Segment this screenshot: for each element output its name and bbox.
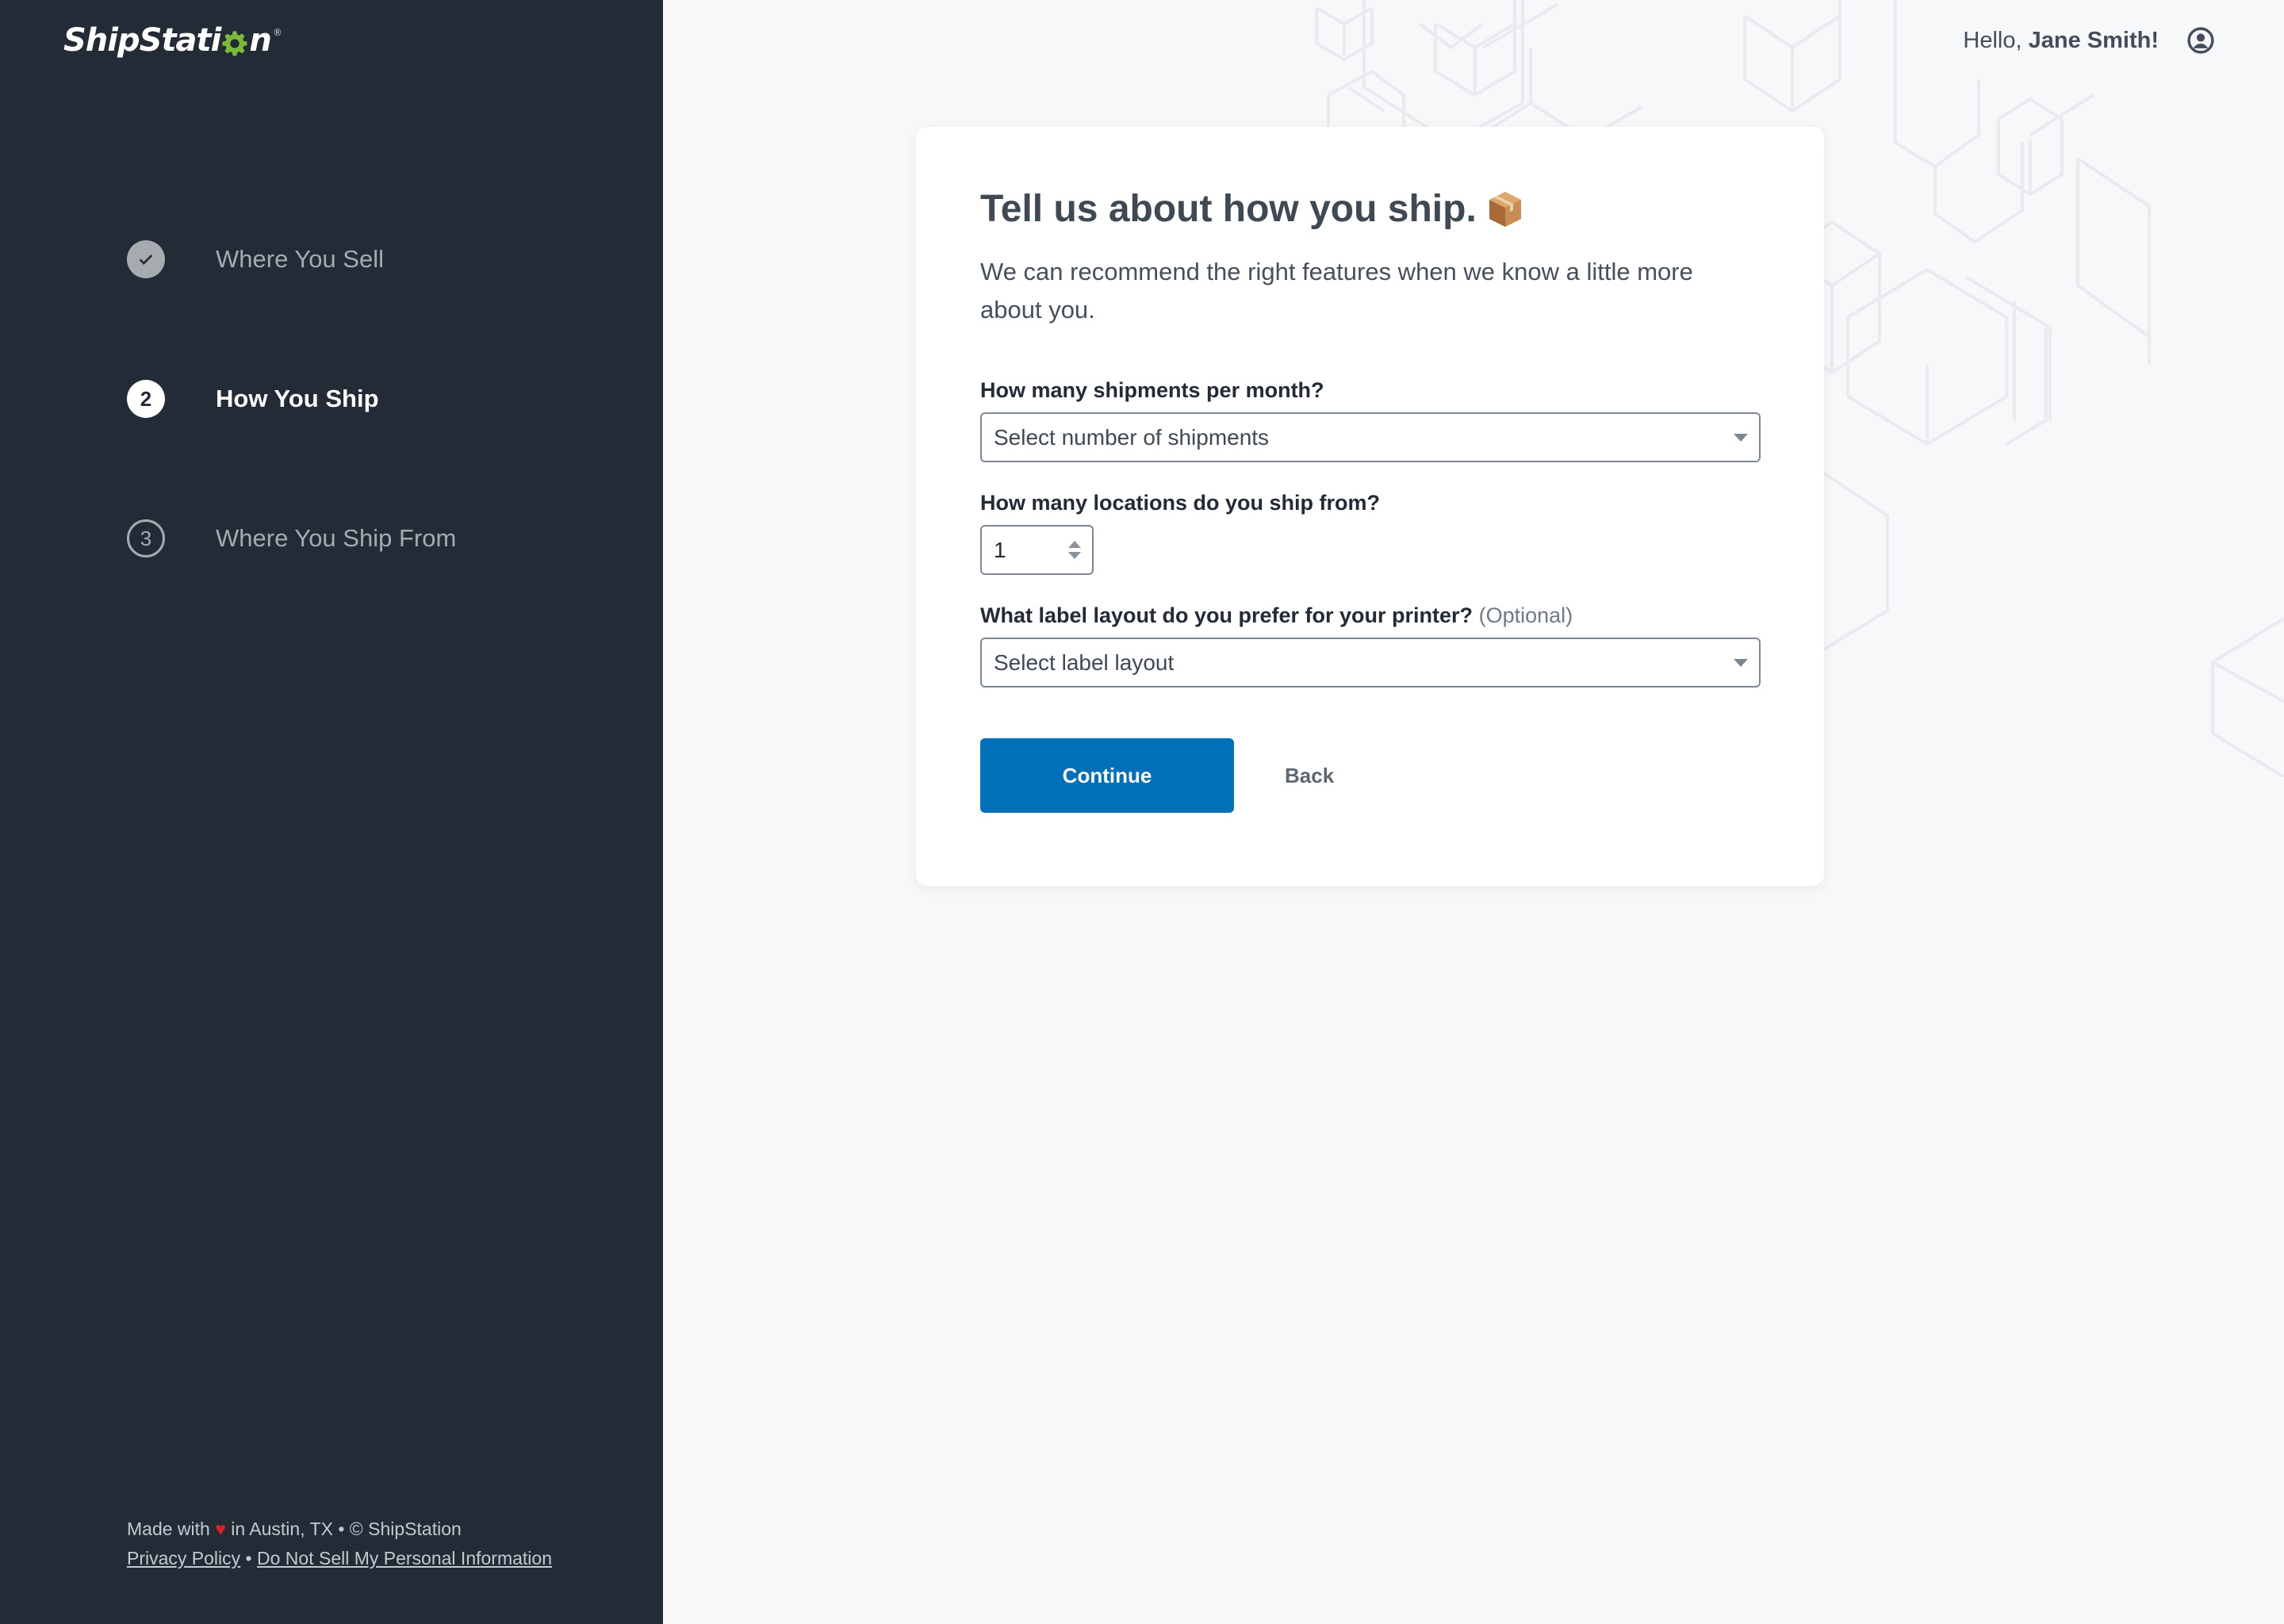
pattern-box [2076, 157, 2151, 365]
shipstation-logo[interactable]: ShipStati n ® [63, 22, 282, 59]
pattern-box [2211, 617, 2284, 777]
shipments-label: How many shipments per month? [980, 378, 1324, 402]
greeting-prefix: Hello, [1963, 27, 2022, 53]
continue-button[interactable]: Continue [980, 738, 1234, 813]
pattern-box [1846, 267, 2008, 446]
step-label: How You Ship [216, 385, 379, 412]
step-number-badge: 2 [127, 380, 165, 418]
package-icon [1489, 191, 1521, 227]
sidebar: ShipStati n ® Where You Sell 2 How You S… [0, 0, 663, 1624]
sidebar-footer: Made with ♥ in Austin, TX • © ShipStatio… [127, 1515, 552, 1573]
pattern-box [1473, 2, 1642, 141]
legal-links: Privacy Policy • Do Not Sell My Personal… [127, 1544, 552, 1573]
step-label: Where You Sell [216, 245, 384, 273]
page-subtitle: We can recommend the right features when… [980, 258, 1693, 324]
pattern-box [1434, 0, 1516, 98]
step-where-you-ship-from: 3 Where You Ship From [127, 519, 456, 557]
step-label: Where You Ship From [216, 524, 457, 552]
chevron-down-icon [1734, 658, 1748, 667]
title-text: Tell us about how you ship. [980, 188, 1477, 230]
heart-icon: ♥ [215, 1519, 226, 1539]
greeting: Hello, Jane Smith! [1963, 28, 2159, 54]
separator: • [245, 1548, 252, 1568]
stepper-up-icon[interactable] [1068, 541, 1081, 548]
onboarding-card: Tell us about how you ship. We can recom… [916, 127, 1824, 886]
number-value: 1 [994, 537, 1006, 562]
step-where-you-sell[interactable]: Where You Sell [127, 240, 456, 278]
pattern-box [1362, 0, 1524, 144]
made-with-line: Made with ♥ in Austin, TX • © ShipStatio… [127, 1515, 552, 1544]
locations-label: How many locations do you ship from? [980, 491, 1381, 515]
made-with-text: Made with [127, 1519, 210, 1539]
location-copyright-text: in Austin, TX • © ShipStation [231, 1519, 462, 1539]
top-bar: Hello, Jane Smith! [1963, 27, 2214, 54]
onboarding-steps: Where You Sell 2 How You Ship 3 Where Yo… [127, 240, 456, 659]
label-layout-label: What label layout do you prefer for your… [980, 603, 1761, 628]
user-name: Jane Smith! [2028, 27, 2159, 53]
label-layout-question: What label layout do you prefer for your… [980, 603, 1473, 627]
chevron-down-icon [1734, 433, 1748, 442]
check-icon [127, 240, 165, 278]
label-layout-select[interactable]: Select label layout [980, 638, 1761, 688]
stepper-down-icon[interactable] [1068, 552, 1081, 559]
gear-icon [222, 31, 247, 56]
user-circle-icon[interactable] [2187, 27, 2214, 54]
page-title: Tell us about how you ship. [980, 187, 1761, 231]
step-number-badge: 3 [127, 519, 165, 557]
select-placeholder: Select number of shipments [994, 424, 1270, 450]
logo-text-right: n [249, 22, 272, 59]
privacy-policy-link[interactable]: Privacy Policy [127, 1548, 240, 1568]
form-actions: Continue Back [980, 738, 1761, 813]
logo-text-left: ShipStati [63, 22, 221, 59]
registered-mark: ® [272, 27, 282, 38]
do-not-sell-link[interactable]: Do Not Sell My Personal Information [257, 1548, 552, 1568]
optional-tag: (Optional) [1478, 603, 1573, 627]
locations-number-input[interactable]: 1 [980, 525, 1094, 575]
pattern-box [1743, 0, 1841, 113]
shipments-per-month-select[interactable]: Select number of shipments [980, 412, 1761, 462]
step-how-you-ship: 2 How You Ship [127, 380, 456, 418]
stepper[interactable] [1068, 541, 1081, 559]
select-placeholder: Select label layout [994, 649, 1175, 675]
back-button[interactable]: Back [1285, 764, 1334, 788]
